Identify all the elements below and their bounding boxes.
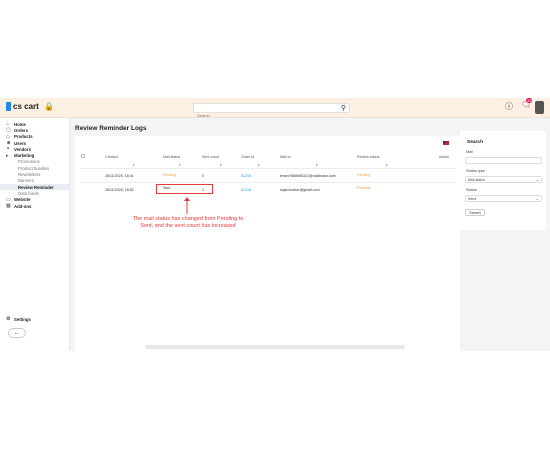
row-divider bbox=[80, 182, 455, 183]
sort-mail-to-icon[interactable]: ▾ bbox=[316, 163, 318, 167]
row2-order-id-link[interactable]: #1218 bbox=[241, 188, 251, 192]
sidebar-item-label: Website bbox=[14, 197, 31, 203]
status-label: Status bbox=[466, 188, 477, 192]
search-button[interactable]: Search bbox=[465, 209, 485, 216]
sort-created-icon[interactable]: ▾ bbox=[133, 163, 135, 167]
sidebar-item-label: Vendors bbox=[14, 146, 31, 152]
monitor-icon: ▭ bbox=[6, 196, 11, 203]
horizontal-scrollbar[interactable] bbox=[145, 345, 405, 349]
col-header-action: Action bbox=[439, 155, 449, 159]
row1-mail-status: Pending bbox=[163, 173, 177, 177]
sidebar-item-label: Users bbox=[14, 140, 26, 146]
top-bar: cs cart 🔒 ⚲ ⓘ 🗨 20 bbox=[0, 98, 550, 120]
avatar[interactable] bbox=[535, 101, 544, 114]
language-flag-icon[interactable] bbox=[443, 141, 449, 145]
notification-badge: 20 bbox=[526, 98, 533, 103]
status-type-label: Status type bbox=[466, 169, 485, 173]
sidebar-item-settings[interactable]: ⚙ Settings bbox=[6, 316, 31, 322]
callout-arrow-icon bbox=[184, 197, 190, 214]
mail-label: Mail bbox=[466, 150, 473, 154]
chevron-down-icon: ⌄ bbox=[535, 196, 539, 201]
search-input[interactable] bbox=[194, 111, 334, 120]
user-icon: ☻ bbox=[6, 140, 12, 147]
table-header-divider bbox=[80, 168, 455, 169]
help-icon[interactable]: ⓘ bbox=[505, 101, 513, 112]
col-header-mail-to[interactable]: Mail to bbox=[280, 155, 291, 159]
sidebar-item-label: Marketing bbox=[14, 153, 35, 159]
storefront-lock-icon[interactable]: 🔒 bbox=[44, 102, 54, 111]
puzzle-icon: ▩ bbox=[6, 203, 11, 209]
sidebar-item-label: Settings bbox=[14, 316, 31, 322]
row2-review-status: Pending bbox=[357, 186, 371, 190]
global-search[interactable]: ⚲ bbox=[193, 103, 350, 120]
row1-review-status: Pending bbox=[357, 173, 371, 177]
status-type-value: Mail status bbox=[468, 177, 485, 182]
sort-order-id-icon[interactable]: ▾ bbox=[258, 163, 260, 167]
cs-cart-logo-icon bbox=[6, 102, 11, 111]
home-icon: ⌂ bbox=[6, 121, 10, 128]
page-title: Review Reminder Logs bbox=[75, 125, 147, 132]
mail-field[interactable] bbox=[465, 157, 542, 164]
row1-order-id-link[interactable]: #1218 bbox=[241, 174, 251, 178]
tag-icon: ◇ bbox=[6, 133, 10, 140]
chevron-down-icon: ⌄ bbox=[535, 177, 539, 182]
status-value: Send bbox=[468, 196, 477, 201]
sidebar-item-label: Home bbox=[14, 121, 26, 127]
orders-icon: ▢ bbox=[6, 127, 11, 134]
vendors-icon: ⚭ bbox=[6, 146, 11, 153]
col-header-review-status[interactable]: Review status bbox=[357, 155, 379, 159]
row1-created: 28/11/2025, 18:41 bbox=[105, 174, 134, 178]
sidebar-item-label: Add-ons bbox=[14, 203, 32, 209]
sidebar-item-label: Products bbox=[14, 134, 33, 140]
gear-icon: ⚙ bbox=[6, 316, 11, 322]
status-select[interactable]: Send ⌄ bbox=[465, 195, 542, 202]
logo[interactable]: cs cart bbox=[6, 102, 39, 111]
row1-mail-to: tester7868666321@mailinator.com bbox=[280, 174, 336, 178]
sort-sent-count-icon[interactable]: ▾ bbox=[220, 163, 222, 167]
search-icon[interactable]: ⚲ bbox=[341, 104, 346, 112]
megaphone-icon: ▸ bbox=[6, 152, 9, 159]
search-panel-title: Search bbox=[467, 140, 483, 145]
status-type-select[interactable]: Mail status ⌄ bbox=[465, 176, 542, 183]
col-header-order-id[interactable]: Order Id bbox=[241, 155, 254, 159]
sort-mail-status-icon[interactable]: ▾ bbox=[179, 163, 181, 167]
sort-review-status-icon[interactable]: ▾ bbox=[386, 163, 388, 167]
col-header-mail-status[interactable]: Mail status bbox=[163, 155, 180, 159]
sidebar-item-addons[interactable]: ▩ Add-ons bbox=[0, 203, 69, 209]
theme-toggle[interactable]: ●— bbox=[8, 328, 26, 338]
highlight-box bbox=[156, 184, 213, 194]
col-header-created[interactable]: Created bbox=[105, 155, 118, 159]
annotation-callout: The mail status has changed from Pending… bbox=[132, 216, 244, 229]
logo-text: cs cart bbox=[13, 102, 39, 111]
row1-sent-count: 0 bbox=[202, 174, 204, 178]
col-header-sent-count[interactable]: Sent count bbox=[202, 155, 219, 159]
row2-mail-to: kajal.ecarter@gmail.com bbox=[280, 188, 320, 192]
sidebar-item-label: Orders bbox=[14, 127, 29, 133]
toggle-knob-icon: ●— bbox=[14, 331, 19, 335]
row2-created: 28/11/2025, 18:52 bbox=[105, 188, 134, 192]
select-all-checkbox[interactable] bbox=[81, 154, 85, 158]
